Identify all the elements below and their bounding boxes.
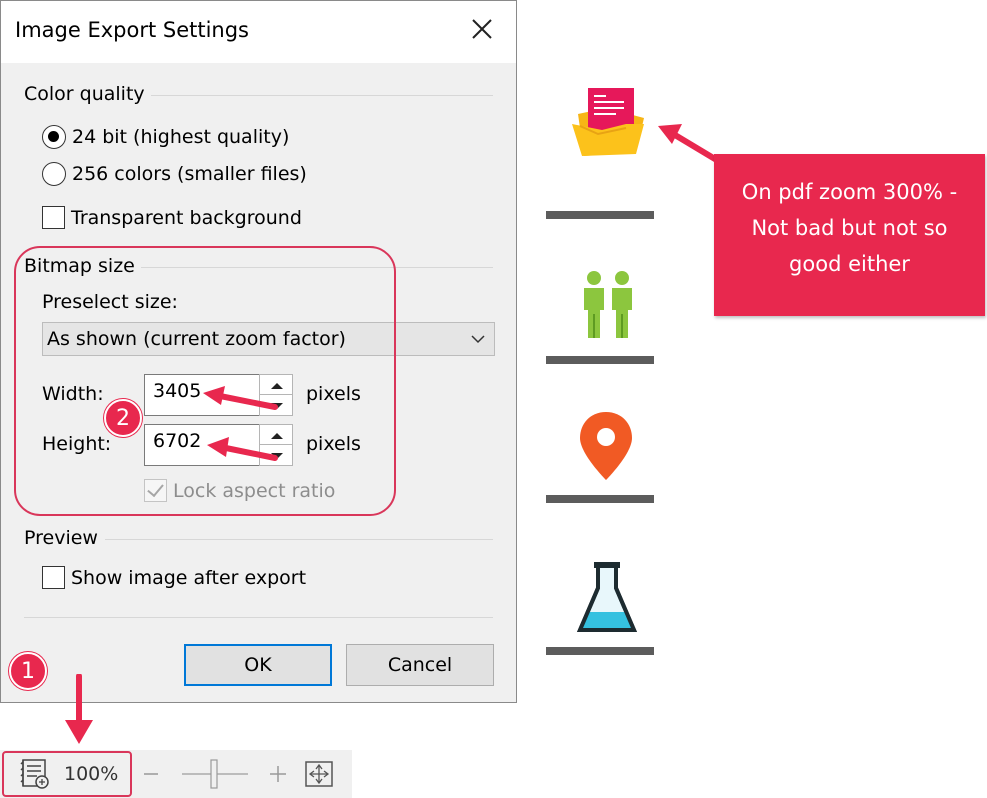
cancel-button[interactable]: Cancel xyxy=(346,644,494,686)
callout-badge-1: 1 xyxy=(9,652,47,690)
fit-page-icon[interactable] xyxy=(304,760,334,788)
separator xyxy=(546,211,654,219)
annotation-tooltip: On pdf zoom 300% - Not bad but not so go… xyxy=(714,154,985,316)
tooltip-line: Not bad but not so xyxy=(751,216,948,240)
radio-24bit-label: 24 bit (highest quality) xyxy=(72,126,290,148)
footer-divider xyxy=(24,617,493,618)
zoom-in-icon[interactable] xyxy=(268,764,288,784)
transparent-background-checkbox[interactable]: Transparent background xyxy=(42,206,302,229)
preview-group-label: Preview xyxy=(24,527,98,549)
people-icon xyxy=(584,271,632,338)
checkbox[interactable] xyxy=(42,566,65,589)
mail-folder-icon xyxy=(572,88,644,156)
tooltip-line: On pdf zoom 300% - xyxy=(741,180,958,204)
dialog-title: Image Export Settings xyxy=(15,18,249,42)
show-image-after-export-label: Show image after export xyxy=(71,566,307,589)
bitmap-size-highlight xyxy=(14,246,396,516)
color-quality-group-label: Color quality xyxy=(24,83,145,105)
group-divider xyxy=(105,539,493,540)
transparent-background-label: Transparent background xyxy=(71,206,302,229)
separator xyxy=(546,495,654,503)
chevron-down-icon xyxy=(471,335,485,344)
separator xyxy=(546,647,654,655)
radio-24bit[interactable]: 24 bit (highest quality) xyxy=(42,125,289,149)
callout-badge-2: 2 xyxy=(104,399,142,437)
radio-256colors[interactable]: 256 colors (smaller files) xyxy=(42,162,307,186)
checkbox[interactable] xyxy=(42,206,65,229)
zoom-slider[interactable] xyxy=(180,756,250,792)
ok-button[interactable]: OK xyxy=(184,644,332,686)
separator xyxy=(546,356,654,364)
flask-icon xyxy=(576,562,638,632)
show-image-after-export-checkbox[interactable]: Show image after export xyxy=(42,566,306,589)
title-bar: Image Export Settings xyxy=(1,1,516,63)
arrow-down-icon xyxy=(65,674,93,744)
tooltip-line: good either xyxy=(789,252,910,276)
arrow-annotation-icon xyxy=(203,386,278,461)
close-icon xyxy=(472,19,492,39)
radio-button-selected[interactable] xyxy=(42,125,66,149)
radio-button[interactable] xyxy=(42,162,66,186)
close-button[interactable] xyxy=(459,11,505,51)
radio-256colors-label: 256 colors (smaller files) xyxy=(72,163,307,185)
zoom-highlight xyxy=(2,751,132,797)
group-divider xyxy=(151,95,493,96)
zoom-out-icon[interactable] xyxy=(142,764,160,784)
location-pin-icon xyxy=(580,412,632,480)
